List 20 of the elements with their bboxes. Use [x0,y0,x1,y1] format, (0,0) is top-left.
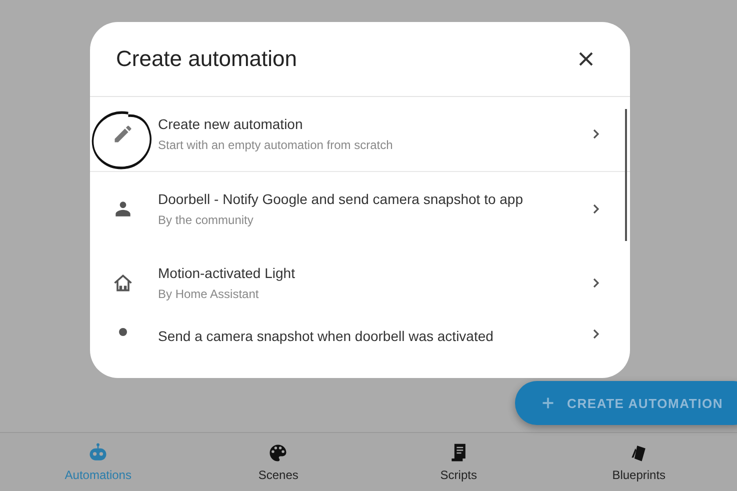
dot-icon [119,328,127,336]
option-title: Doorbell - Notify Google and send camera snapshot to app [158,191,524,207]
plus-icon [541,396,555,410]
automation-option[interactable]: Doorbell - Notify Google and send camera snapshot to app By the community [90,172,630,246]
option-subtitle: Start with an empty automation from scratch [158,138,394,152]
house-icon [112,272,134,294]
pencil-icon [112,123,134,145]
close-icon [578,51,594,67]
option-title: Send a camera snapshot when doorbell was activated [158,328,494,344]
option-subtitle: By the community [158,213,254,227]
option-title: Create new automation [158,116,304,132]
automation-option[interactable]: Create new automation Start with an empty automation from scratch [90,97,630,171]
nav-tab[interactable]: Blueprints [548,433,729,491]
option-title: Motion-activated Light [158,265,296,281]
automation-option[interactable]: Motion-activated Light By Home Assistant [90,246,630,320]
dialog-title: Create automation [116,46,297,72]
option-subtitle: By Home Assistant [158,287,260,301]
nav-tab[interactable]: Scenes [188,433,368,491]
nav-tab[interactable]: Scripts [368,433,549,491]
automation-option[interactable]: Send a camera snapshot when doorbell was activated [90,320,630,364]
